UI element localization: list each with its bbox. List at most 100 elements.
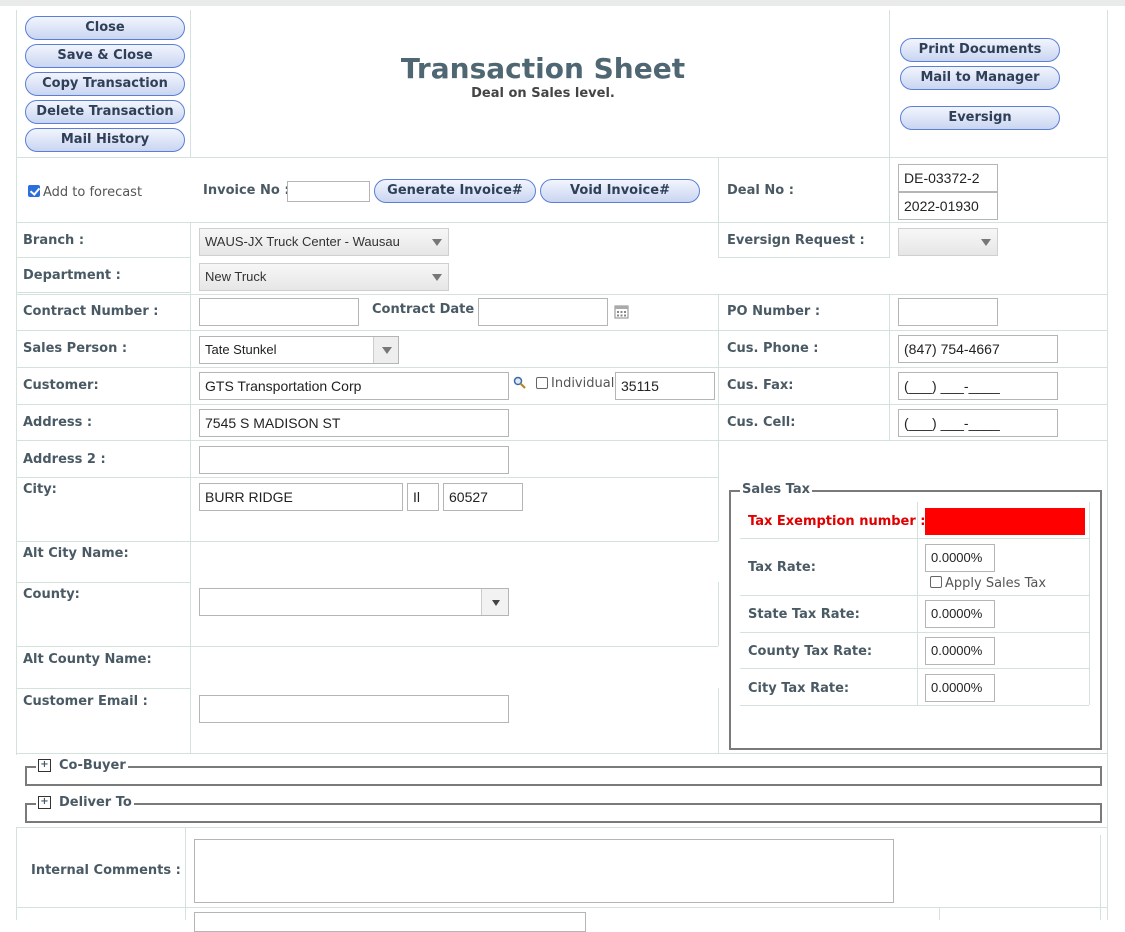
deal-no-secondary-input[interactable]: 2022-01930 [898, 192, 998, 220]
sales-person-value: Tate Stunkel [205, 342, 277, 357]
sales-tax-legend: Sales Tax [740, 482, 813, 497]
chevron-down-icon [432, 239, 442, 246]
grid-line [16, 907, 1108, 908]
print-documents-button[interactable]: Print Documents [900, 38, 1060, 62]
grid-line [917, 502, 918, 705]
copy-transaction-button[interactable]: Copy Transaction [25, 72, 185, 96]
zip-input[interactable]: 60527 [443, 483, 523, 511]
address-label: Address : [23, 415, 93, 430]
state-input[interactable]: Il [407, 483, 439, 511]
mail-history-button[interactable]: Mail History [25, 128, 185, 152]
branch-select[interactable]: WAUS-JX Truck Center - Wausau [199, 228, 449, 256]
deliver-to-legend[interactable]: + Deliver To [36, 795, 134, 810]
chevron-down-icon [432, 274, 442, 281]
top-bar [0, 0, 1125, 6]
sales-person-dropdown[interactable] [373, 337, 398, 363]
cus-phone-label: Cus. Phone : [727, 341, 819, 356]
co-buyer-fieldset [25, 766, 1102, 786]
tax-exemption-input[interactable] [925, 508, 1085, 535]
grid-line [718, 257, 890, 258]
deal-no-label: Deal No : [727, 183, 794, 198]
department-select[interactable]: New Truck [199, 263, 449, 291]
mail-to-manager-button[interactable]: Mail to Manager [900, 66, 1060, 90]
eversign-button[interactable]: Eversign [900, 106, 1060, 130]
void-invoice-button[interactable]: Void Invoice# [540, 179, 700, 203]
city-tax-label: City Tax Rate: [748, 681, 850, 696]
county-tax-input[interactable]: 0.0000% [925, 637, 995, 665]
cus-fax-input[interactable]: (___) ___-____ [898, 372, 1058, 400]
deliver-to-fieldset [25, 803, 1102, 823]
generate-invoice-button[interactable]: Generate Invoice# [374, 179, 536, 203]
sales-person-select[interactable]: Tate Stunkel [199, 336, 399, 364]
grid-line [16, 330, 1108, 331]
grid-line [16, 582, 190, 583]
grid-line [16, 404, 1108, 405]
customer-id-input[interactable]: 35115 [615, 372, 715, 400]
grid-line [16, 477, 718, 478]
grid-line [1107, 10, 1108, 920]
grid-line [718, 294, 719, 477]
cus-cell-input[interactable]: (___) ___-____ [898, 409, 1058, 437]
department-label: Department : [23, 268, 121, 283]
po-number-label: PO Number : [727, 304, 821, 319]
individual-checkbox[interactable] [536, 377, 548, 389]
expand-plus-icon[interactable]: + [38, 759, 51, 772]
cus-fax-label: Cus. Fax: [727, 378, 794, 393]
tax-rate-input[interactable]: 0.0000% [925, 544, 995, 572]
grid-line [889, 294, 890, 441]
page-subtitle: Deal on Sales level. [471, 86, 615, 101]
address2-input[interactable] [199, 446, 509, 474]
county-select[interactable] [199, 588, 509, 616]
contract-date-input[interactable] [478, 298, 608, 326]
grid-line [718, 582, 719, 646]
grid-line [939, 908, 940, 920]
delete-transaction-button[interactable]: Delete Transaction [25, 100, 185, 124]
grid-line [16, 646, 718, 647]
internal-comments-label: Internal Comments : [31, 863, 181, 878]
grid-line [16, 294, 1108, 295]
customer-label: Customer: [23, 378, 99, 393]
individual-label: Individual [551, 376, 615, 391]
internal-comments-textarea[interactable] [194, 839, 894, 903]
search-icon[interactable] [513, 376, 526, 389]
grid-line [718, 688, 719, 753]
cus-phone-input[interactable]: (847) 754-4667 [898, 335, 1058, 363]
county-dropdown[interactable] [481, 589, 508, 615]
page-title: Transaction Sheet [400, 52, 686, 85]
contract-number-label: Contract Number : [23, 304, 159, 319]
deal-no-input[interactable]: DE-03372-2 [898, 164, 998, 192]
co-buyer-legend[interactable]: + Co-Buyer [36, 758, 128, 773]
tax-exemption-label: Tax Exemption number : [748, 514, 926, 529]
grid-line [718, 158, 719, 258]
eversign-request-select[interactable] [898, 228, 998, 256]
grid-line [16, 157, 1108, 158]
alt-city-label: Alt City Name: [23, 546, 129, 561]
state-tax-input[interactable]: 0.0000% [925, 600, 995, 628]
close-button[interactable]: Close [25, 16, 185, 40]
grid-line [16, 292, 190, 293]
grid-line [16, 440, 1108, 441]
deliver-to-label: Deliver To [59, 795, 132, 810]
customer-input[interactable]: GTS Transportation Corp [199, 372, 509, 400]
invoice-no-input[interactable] [287, 181, 370, 202]
po-number-input[interactable] [898, 298, 998, 326]
chevron-down-icon [981, 239, 991, 246]
grid-line [16, 827, 1108, 828]
calendar-icon[interactable] [614, 304, 629, 319]
contract-number-input[interactable] [199, 298, 359, 326]
customer-email-input[interactable] [199, 695, 509, 723]
add-to-forecast-checkbox[interactable] [28, 185, 40, 197]
apply-sales-tax-checkbox[interactable] [930, 576, 942, 588]
address-input[interactable]: 7545 S MADISON ST [199, 409, 509, 437]
chevron-down-icon [492, 600, 500, 606]
next-field-input[interactable] [194, 912, 586, 932]
city-input[interactable]: BURR RIDGE [199, 483, 403, 511]
city-tax-input[interactable]: 0.0000% [925, 674, 995, 702]
invoice-no-label: Invoice No : [203, 183, 290, 198]
save-close-button[interactable]: Save & Close [25, 44, 185, 68]
branch-label: Branch : [23, 233, 85, 248]
grid-line [16, 222, 1108, 223]
branch-select-value: WAUS-JX Truck Center - Wausau [205, 234, 400, 249]
sales-person-label: Sales Person : [23, 341, 128, 356]
expand-plus-icon[interactable]: + [38, 796, 51, 809]
